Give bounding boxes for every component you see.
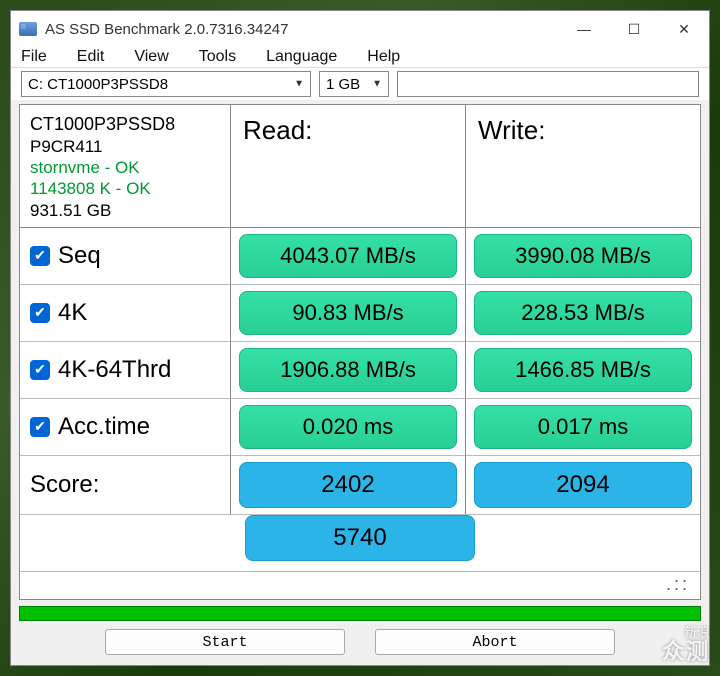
menu-file[interactable]: File [21, 48, 47, 66]
chevron-down-icon: ▼ [372, 79, 382, 90]
watermark-line1: 新浪 [662, 626, 710, 640]
row-4k-label: 4K [58, 299, 87, 327]
menu-language[interactable]: Language [266, 48, 337, 66]
row-acc-label: Acc.time [58, 413, 150, 441]
header-read: Read: [230, 105, 465, 228]
size-select-value: 1 GB [326, 76, 360, 93]
chevron-down-icon: ▼ [294, 79, 304, 90]
app-window: AS SSD Benchmark 2.0.7316.34247 — ☐ ✕ Fi… [10, 10, 710, 666]
watermark: 新浪 众测 [662, 626, 710, 664]
row-seq-label: Seq [58, 242, 101, 270]
drive-model: CT1000P3PSSD8 [30, 113, 220, 136]
menu-tools[interactable]: Tools [199, 48, 236, 66]
start-button[interactable]: Start [105, 629, 345, 655]
row-4k64-label: 4K-64Thrd [58, 356, 171, 384]
score-total: 5740 [245, 515, 475, 561]
row-4k: ✔ 4K [20, 285, 230, 342]
seq-write: 3990.08 MB/s [474, 234, 692, 278]
menu-edit[interactable]: Edit [77, 48, 105, 66]
menu-view[interactable]: View [134, 48, 168, 66]
seq-read: 4043.07 MB/s [239, 234, 457, 278]
4k64-read: 1906.88 MB/s [239, 348, 457, 392]
row-score: Score: [20, 456, 230, 515]
drive-capacity: 931.51 GB [30, 200, 220, 221]
menubar: File Edit View Tools Language Help [11, 47, 709, 68]
checkbox-seq[interactable]: ✔ [30, 246, 50, 266]
results-panel: CT1000P3PSSD8 P9CR411 stornvme - OK 1143… [19, 104, 701, 600]
4k64-write: 1466.85 MB/s [474, 348, 692, 392]
maximize-button[interactable]: ☐ [609, 11, 659, 47]
drive-select[interactable]: C: CT1000P3PSSD8 ▼ [21, 71, 311, 97]
checkbox-acc[interactable]: ✔ [30, 417, 50, 437]
size-select[interactable]: 1 GB ▼ [319, 71, 389, 97]
close-button[interactable]: ✕ [659, 11, 709, 47]
progress-bar [19, 606, 701, 621]
watermark-line2: 众测 [662, 640, 710, 664]
checkbox-4k64[interactable]: ✔ [30, 360, 50, 380]
row-acc: ✔ Acc.time [20, 399, 230, 456]
minimize-button[interactable]: — [559, 11, 609, 47]
app-icon [19, 22, 37, 36]
checkbox-4k[interactable]: ✔ [30, 303, 50, 323]
row-4k64: ✔ 4K-64Thrd [20, 342, 230, 399]
4k-read: 90.83 MB/s [239, 291, 457, 335]
acc-write: 0.017 ms [474, 405, 692, 449]
score-read: 2402 [239, 462, 457, 508]
menu-help[interactable]: Help [367, 48, 400, 66]
4k-write: 228.53 MB/s [474, 291, 692, 335]
driver-status: stornvme - OK [30, 157, 220, 178]
score-write: 2094 [474, 462, 692, 508]
resize-grip-icon[interactable]: .:: [20, 571, 700, 599]
drive-info: CT1000P3PSSD8 P9CR411 stornvme - OK 1143… [20, 105, 230, 227]
alignment-status: 1143808 K - OK [30, 178, 220, 199]
empty-field [397, 71, 699, 97]
header-write: Write: [465, 105, 700, 228]
row-seq: ✔ Seq [20, 228, 230, 285]
abort-button[interactable]: Abort [375, 629, 615, 655]
drive-firmware: P9CR411 [30, 136, 220, 157]
window-title: AS SSD Benchmark 2.0.7316.34247 [45, 21, 289, 38]
acc-read: 0.020 ms [239, 405, 457, 449]
titlebar: AS SSD Benchmark 2.0.7316.34247 — ☐ ✕ [11, 11, 709, 47]
drive-select-value: C: CT1000P3PSSD8 [28, 76, 168, 93]
score-label: Score: [30, 471, 99, 499]
selector-row: C: CT1000P3PSSD8 ▼ 1 GB ▼ [11, 68, 709, 100]
button-row: Start Abort [11, 627, 709, 665]
